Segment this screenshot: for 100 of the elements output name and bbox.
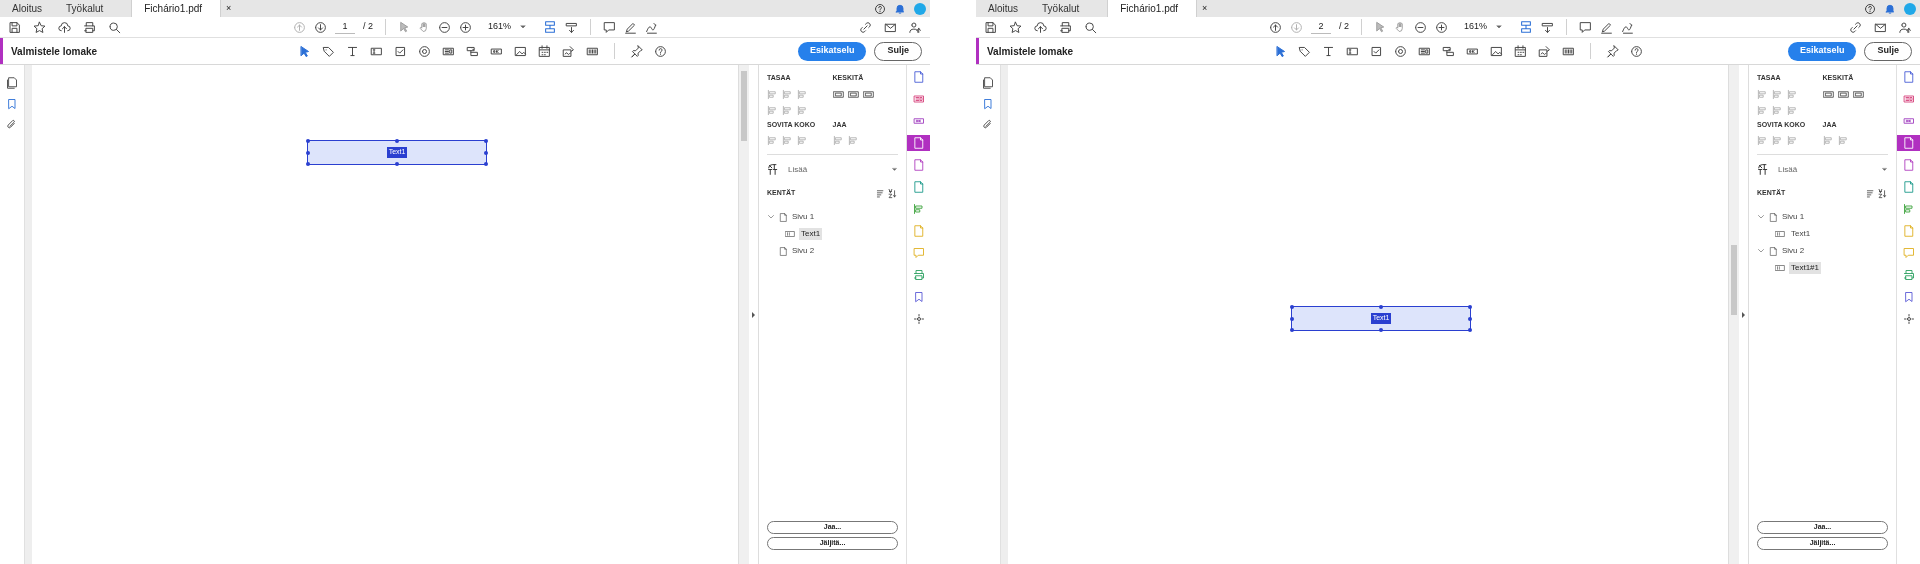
resize-handle[interactable] [1468, 316, 1472, 321]
star-icon[interactable] [33, 20, 46, 34]
bell-icon[interactable] [894, 2, 906, 15]
bookmark-icon[interactable] [6, 98, 18, 110]
tree-item[interactable]: Sivu 1 [792, 211, 815, 223]
center-icon[interactable] [862, 88, 874, 100]
resize-handle[interactable] [484, 150, 488, 155]
resize-handle[interactable] [1468, 305, 1472, 309]
resize-handle[interactable] [1290, 328, 1294, 332]
radio-button-icon[interactable] [1394, 44, 1407, 58]
resize-handle[interactable] [1290, 316, 1294, 321]
scrollbar[interactable] [738, 65, 749, 564]
zoom-in-icon[interactable] [1435, 20, 1448, 34]
next-page-icon[interactable] [314, 20, 327, 34]
center-icon[interactable] [1822, 88, 1834, 100]
pen-icon[interactable] [624, 20, 638, 34]
tab[interactable]: Työkalut [54, 0, 116, 17]
zoom-out-icon[interactable] [1414, 20, 1427, 34]
zoom-search-icon[interactable] [1084, 20, 1097, 34]
tag-icon[interactable] [322, 44, 335, 58]
previous-page-icon[interactable] [1269, 20, 1282, 34]
more-dropdown[interactable]: Lisää [767, 163, 898, 176]
tree-item[interactable]: Text1 [799, 228, 823, 240]
tree-item[interactable]: Text1#1 [1789, 262, 1822, 274]
add-user-icon[interactable] [909, 20, 922, 34]
tree-item[interactable]: Sivu 2 [792, 245, 815, 257]
fit-page-icon[interactable] [543, 20, 558, 34]
add-user-icon[interactable] [1899, 20, 1912, 34]
star-icon[interactable] [1009, 20, 1022, 34]
comment-icon[interactable] [1579, 20, 1593, 34]
save-icon[interactable] [8, 20, 21, 34]
print-icon[interactable] [83, 20, 96, 34]
cursor-icon[interactable] [298, 44, 311, 58]
link-icon[interactable] [859, 20, 872, 34]
scroll-mode-icon[interactable] [565, 20, 579, 34]
center-icon[interactable] [847, 88, 859, 100]
close-button[interactable]: Sulje [874, 41, 922, 61]
image-icon[interactable] [1490, 44, 1503, 58]
scroll-thumb[interactable] [1731, 245, 1737, 315]
close-button[interactable]: × [1202, 1, 1208, 16]
scrollbar[interactable] [1728, 65, 1739, 564]
zoom-dropdown[interactable]: 161% [480, 20, 536, 34]
pages-icon[interactable] [6, 77, 18, 89]
scroll-mode-icon[interactable] [1541, 20, 1555, 34]
tree-item[interactable]: Sivu 2 [1782, 245, 1805, 257]
collapse-arrow-icon[interactable] [752, 311, 755, 318]
resize-handle[interactable] [1468, 328, 1472, 332]
sort-alpha-icon[interactable] [1877, 188, 1888, 199]
sign-icon[interactable] [1621, 20, 1635, 34]
more-dropdown[interactable]: Lisää [1757, 163, 1888, 176]
text-icon[interactable] [346, 44, 359, 58]
calendar-icon[interactable] [538, 44, 551, 58]
text-icon[interactable] [1322, 44, 1335, 58]
calendar-icon[interactable] [1514, 44, 1527, 58]
sort-alpha-icon[interactable] [887, 188, 898, 199]
chevron-icon[interactable] [767, 213, 775, 221]
zoom-dropdown[interactable]: 161% [1456, 20, 1512, 34]
help-icon[interactable] [654, 44, 667, 58]
zoom-out-icon[interactable] [438, 20, 451, 34]
close-button[interactable]: × [226, 1, 232, 16]
tool-button[interactable] [906, 135, 931, 151]
fit-page-icon[interactable] [1519, 20, 1534, 34]
pin-icon[interactable] [630, 44, 643, 58]
checkbox-icon[interactable] [394, 44, 407, 58]
resize-handle[interactable] [484, 162, 488, 166]
signature-icon[interactable] [1538, 44, 1551, 58]
resize-handle[interactable] [484, 139, 488, 143]
upload-icon[interactable] [1034, 20, 1047, 34]
upload-icon[interactable] [58, 20, 71, 34]
resize-handle[interactable] [1379, 328, 1383, 332]
tree-item[interactable]: Text1 [1789, 228, 1813, 240]
collapse-arrow-icon[interactable] [1742, 311, 1745, 318]
resize-handle[interactable] [1290, 305, 1294, 309]
page-number-field[interactable]: 1 [335, 19, 355, 35]
cursor-icon[interactable] [398, 21, 410, 33]
radio-button-icon[interactable] [418, 44, 431, 58]
tool-button[interactable] [1896, 135, 1920, 151]
help-icon[interactable] [874, 2, 886, 15]
scroll-thumb[interactable] [741, 71, 747, 141]
pen-icon[interactable] [1600, 20, 1614, 34]
hand-icon[interactable] [1394, 21, 1406, 33]
resize-handle[interactable] [395, 139, 399, 143]
close-button[interactable]: Sulje [1864, 41, 1912, 61]
dropdown-icon[interactable] [1442, 44, 1455, 58]
chevron-icon[interactable] [1757, 247, 1765, 255]
help-icon[interactable] [1630, 44, 1643, 58]
resize-handle[interactable] [395, 162, 399, 166]
signature-icon[interactable] [562, 44, 575, 58]
tree-item[interactable]: Sivu 1 [1782, 211, 1805, 223]
resize-handle[interactable] [306, 139, 310, 143]
bookmark-icon[interactable] [982, 98, 994, 110]
hand-icon[interactable] [418, 21, 430, 33]
sign-icon[interactable] [645, 20, 659, 34]
resize-handle[interactable] [306, 150, 310, 155]
link-icon[interactable] [1849, 20, 1862, 34]
chevron-icon[interactable] [1757, 213, 1765, 221]
preview-button[interactable]: Esikatselu [797, 41, 867, 61]
image-icon[interactable] [514, 44, 527, 58]
page-number-field[interactable]: 2 [1311, 19, 1331, 35]
pin-icon[interactable] [1606, 44, 1619, 58]
